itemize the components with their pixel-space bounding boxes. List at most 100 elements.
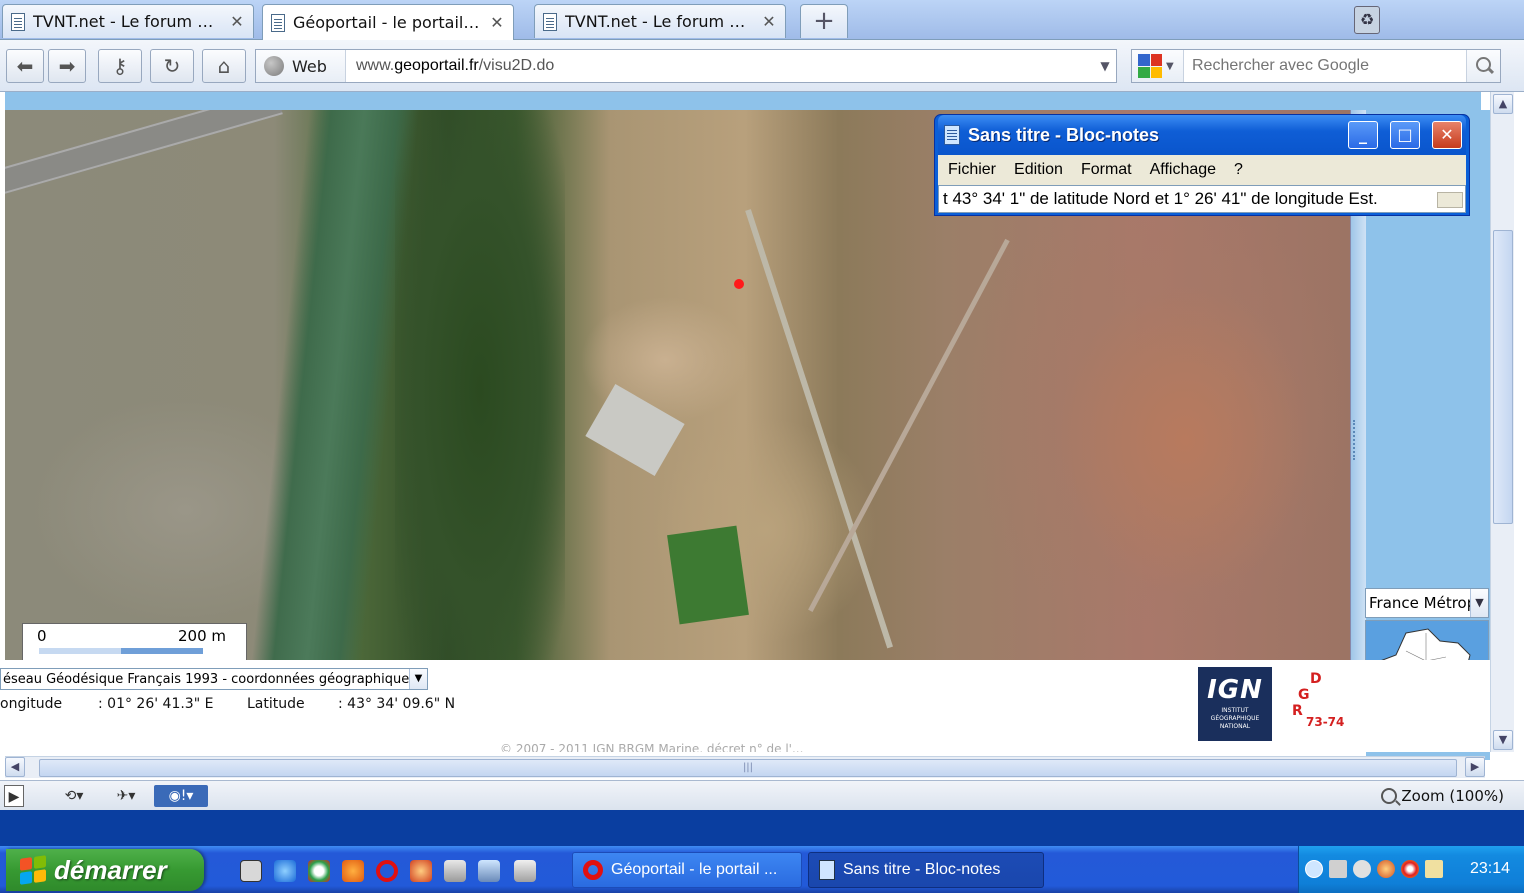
app-icon[interactable]: [410, 860, 432, 882]
tab-tvnt-2[interactable]: TVNT.net - Le forum de l... ✕: [534, 4, 786, 38]
menu-affichage[interactable]: Affichage: [1150, 161, 1216, 179]
map-road: [745, 209, 894, 649]
search-icon[interactable]: [1466, 50, 1500, 82]
chevron-down-icon[interactable]: ▼: [1470, 589, 1488, 617]
trash-icon[interactable]: ♻: [1354, 6, 1380, 34]
tab-geoportail[interactable]: Géoportail - le portail de... ✕: [262, 4, 514, 40]
panel-toggle-icon[interactable]: ▶: [4, 785, 24, 807]
usb-icon[interactable]: [1425, 860, 1443, 878]
tab-label: TVNT.net - Le forum de l...: [565, 12, 753, 31]
map-road: [808, 238, 1010, 613]
horizontal-scrollbar[interactable]: ◀ ||| ▶: [5, 756, 1485, 778]
new-tab-button[interactable]: +: [800, 4, 848, 38]
show-desktop-icon[interactable]: [240, 860, 262, 882]
taskbar-item-label: Sans titre - Bloc-notes: [843, 861, 1001, 878]
notepad-icon: [944, 125, 960, 145]
menu-fichier[interactable]: Fichier: [948, 161, 996, 179]
chevron-left-icon[interactable]: [1305, 860, 1323, 878]
address-bar[interactable]: Web www.geoportail.fr/visu2D.do ▼: [255, 49, 1117, 83]
security-icon[interactable]: [1377, 860, 1395, 878]
location-marker: [734, 279, 744, 289]
scroll-down-button[interactable]: ▼: [1493, 730, 1513, 750]
menu-edition[interactable]: Edition: [1014, 161, 1063, 179]
scale-max: 200 m: [177, 627, 226, 645]
notepad-scroll-thumb[interactable]: [1437, 192, 1463, 208]
internet-explorer-icon[interactable]: [274, 860, 296, 882]
header-stripe: [5, 92, 1481, 110]
network-icon[interactable]: ✈▾: [106, 785, 146, 807]
horizontal-scroll-thumb[interactable]: |||: [39, 759, 1457, 777]
start-button[interactable]: démarrer: [6, 849, 204, 891]
chevron-down-icon: ▼: [1166, 60, 1174, 72]
minimize-button[interactable]: _: [1348, 121, 1378, 149]
web-label: Web: [292, 56, 327, 76]
page-icon: [543, 12, 557, 31]
maximize-button[interactable]: □: [1390, 121, 1420, 149]
opera-icon[interactable]: [376, 860, 398, 882]
drive-icon[interactable]: [444, 860, 466, 882]
latitude-value: : 43° 34' 09.6" N: [338, 696, 456, 712]
notepad-title-bar[interactable]: Sans titre - Bloc-notes _ □ ✕: [938, 115, 1466, 155]
menu-format[interactable]: Format: [1081, 161, 1132, 179]
sync-icon[interactable]: ⟲▾: [54, 785, 94, 807]
zoom-label: Zoom (100%): [1401, 787, 1504, 805]
taskbar-item-label: Géoportail - le portail ...: [611, 861, 778, 878]
volume-icon[interactable]: [1353, 860, 1371, 878]
taskbar: démarrer Géoportail - le portail ... San…: [0, 846, 1524, 893]
dgr-logo[interactable]: D G R 73-74: [1280, 667, 1348, 741]
windows-logo-icon: [20, 855, 46, 885]
vertical-scrollbar[interactable]: ▲ ▼: [1490, 92, 1514, 752]
taskbar-item-geoportail[interactable]: Géoportail - le portail ...: [572, 852, 802, 888]
web-site-info[interactable]: Web: [256, 50, 346, 82]
close-button[interactable]: ✕: [1432, 121, 1462, 149]
zoom-status[interactable]: Zoom (100%): [1381, 785, 1504, 807]
close-icon[interactable]: ✕: [761, 12, 777, 31]
arrow-right-icon: ➡: [58, 54, 76, 78]
close-icon[interactable]: ✕: [229, 12, 245, 31]
network-folder-icon[interactable]: [478, 860, 500, 882]
notepad-text-area[interactable]: t 43° 34' 1" de latitude Nord et 1° 26' …: [938, 185, 1466, 213]
copyright-text: © 2007 - 2011 IGN BRGM Marine, décret n°…: [500, 742, 804, 752]
grip-icon[interactable]: [1353, 420, 1363, 460]
ign-logo[interactable]: IGN INSTITUT GÉOGRAPHIQUE NATIONAL: [1198, 667, 1272, 741]
back-button[interactable]: ⬅: [6, 49, 44, 83]
page-icon: [11, 12, 25, 31]
region-select[interactable]: France Métrop ▼: [1365, 588, 1489, 618]
avast-icon[interactable]: [1401, 860, 1419, 878]
close-icon[interactable]: ✕: [489, 13, 505, 32]
media-player-icon[interactable]: [308, 860, 330, 882]
vertical-scroll-thumb[interactable]: [1493, 230, 1513, 524]
longitude-label: ongitude: [0, 696, 63, 712]
taskbar-item-notepad[interactable]: Sans titre - Bloc-notes: [808, 852, 1044, 888]
search-input[interactable]: [1184, 57, 1466, 75]
clock: 23:14: [1469, 860, 1510, 877]
scroll-left-button[interactable]: ◀: [5, 757, 25, 777]
menu-help[interactable]: ?: [1234, 161, 1243, 179]
notepad-content: t 43° 34' 1" de latitude Nord et 1° 26' …: [943, 189, 1378, 208]
url-text[interactable]: www.geoportail.fr/visu2D.do: [346, 57, 1094, 75]
forward-button[interactable]: ➡: [48, 49, 86, 83]
tab-tvnt-1[interactable]: TVNT.net - Le forum de l... ✕: [2, 4, 254, 38]
coordinates-bar: éseau Géodésique Français 1993 - coordon…: [0, 660, 1490, 752]
wand-button[interactable]: ⚷: [98, 49, 142, 83]
chevron-down-icon[interactable]: ▼: [409, 669, 427, 689]
reload-button[interactable]: ↻: [150, 49, 194, 83]
turbo-icon[interactable]: ◉!▾: [154, 785, 208, 807]
coordinate-system-select[interactable]: éseau Géodésique Français 1993 - coordon…: [0, 668, 428, 690]
longitude-value: : 01° 26' 41.3" E: [98, 696, 214, 712]
network-icon[interactable]: [1329, 860, 1347, 878]
zoom-icon: [1381, 788, 1398, 804]
navigation-bar: ⬅ ➡ ⚷ ↻ ⌂ Web www.geoportail.fr/visu2D.d…: [0, 40, 1524, 92]
notepad-quicklaunch-icon[interactable]: [514, 860, 536, 882]
home-button[interactable]: ⌂: [202, 49, 246, 83]
chevron-down-icon[interactable]: ▼: [1094, 59, 1116, 73]
google-icon: [1138, 54, 1162, 78]
firefox-icon[interactable]: [342, 860, 364, 882]
search-engine-selector[interactable]: ▼: [1132, 50, 1184, 82]
scroll-right-button[interactable]: ▶: [1465, 757, 1485, 777]
search-box: ▼: [1131, 49, 1501, 83]
notepad-menu-bar: Fichier Edition Format Affichage ?: [938, 155, 1466, 185]
arrow-left-icon: ⬅: [16, 54, 34, 78]
home-icon: ⌂: [217, 54, 231, 78]
scroll-up-button[interactable]: ▲: [1493, 94, 1513, 114]
